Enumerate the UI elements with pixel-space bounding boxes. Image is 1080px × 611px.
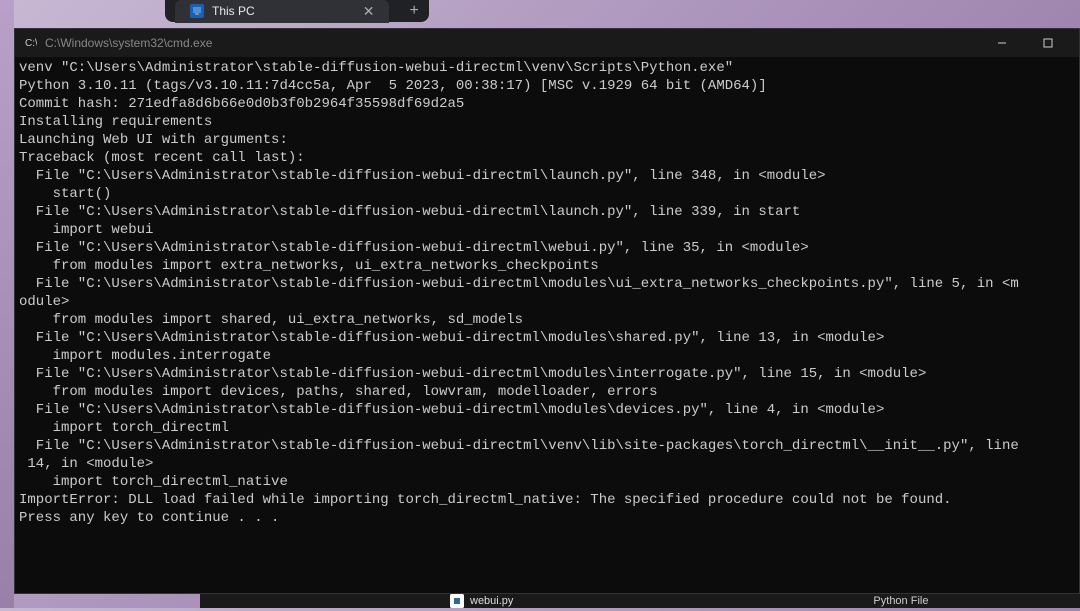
terminal-line: Press any key to continue . . . <box>19 509 1075 527</box>
terminal-line: File "C:\Users\Administrator\stable-diff… <box>19 401 1075 419</box>
file-name: webui.py <box>470 595 513 607</box>
terminal-line: import modules.interrogate <box>19 347 1075 365</box>
svg-text:C:\: C:\ <box>25 38 37 49</box>
file-type: Python File <box>873 595 928 607</box>
terminal-line: import webui <box>19 221 1075 239</box>
terminal-line: from modules import devices, paths, shar… <box>19 383 1075 401</box>
terminal-window: C:\ C:\Windows\system32\cmd.exe venv "C:… <box>14 28 1080 594</box>
close-tab-button[interactable]: ✕ <box>363 3 375 20</box>
title-bar[interactable]: C:\ C:\Windows\system32\cmd.exe <box>15 29 1079 57</box>
tab-label: This PC <box>212 4 255 18</box>
file-row[interactable]: webui.py Python File <box>200 594 1080 608</box>
window-controls <box>979 29 1071 57</box>
terminal-line: File "C:\Users\Administrator\stable-diff… <box>19 329 1075 347</box>
desktop-edge <box>0 0 14 608</box>
pc-icon <box>190 4 204 18</box>
terminal-line: import torch_directml <box>19 419 1075 437</box>
terminal-line: File "C:\Users\Administrator\stable-diff… <box>19 437 1075 455</box>
tab-this-pc[interactable]: This PC ✕ <box>175 0 389 23</box>
new-tab-button[interactable]: + <box>409 2 419 20</box>
terminal-line: ImportError: DLL load failed while impor… <box>19 491 1075 509</box>
terminal-line: Installing requirements <box>19 113 1075 131</box>
browser-tab-bar: This PC ✕ + <box>165 0 429 22</box>
terminal-line: Traceback (most recent call last): <box>19 149 1075 167</box>
terminal-line: File "C:\Users\Administrator\stable-diff… <box>19 239 1075 257</box>
minimize-button[interactable] <box>979 29 1025 57</box>
terminal-line: Commit hash: 271edfa8d6b66e0d0b3f0b2964f… <box>19 95 1075 113</box>
terminal-line: odule> <box>19 293 1075 311</box>
terminal-line: File "C:\Users\Administrator\stable-diff… <box>19 167 1075 185</box>
cmd-icon: C:\ <box>23 36 37 50</box>
terminal-line: from modules import shared, ui_extra_net… <box>19 311 1075 329</box>
terminal-line: Launching Web UI with arguments: <box>19 131 1075 149</box>
terminal-line: File "C:\Users\Administrator\stable-diff… <box>19 275 1075 293</box>
window-title: C:\Windows\system32\cmd.exe <box>45 36 979 50</box>
terminal-line: 14, in <module> <box>19 455 1075 473</box>
terminal-line: File "C:\Users\Administrator\stable-diff… <box>19 365 1075 383</box>
maximize-button[interactable] <box>1025 29 1071 57</box>
terminal-line: import torch_directml_native <box>19 473 1075 491</box>
terminal-line: venv "C:\Users\Administrator\stable-diff… <box>19 59 1075 77</box>
terminal-line: start() <box>19 185 1075 203</box>
python-file-icon <box>450 594 464 608</box>
terminal-line: from modules import extra_networks, ui_e… <box>19 257 1075 275</box>
terminal-output[interactable]: venv "C:\Users\Administrator\stable-diff… <box>15 57 1079 593</box>
terminal-line: File "C:\Users\Administrator\stable-diff… <box>19 203 1075 221</box>
terminal-line: Python 3.10.11 (tags/v3.10.11:7d4cc5a, A… <box>19 77 1075 95</box>
